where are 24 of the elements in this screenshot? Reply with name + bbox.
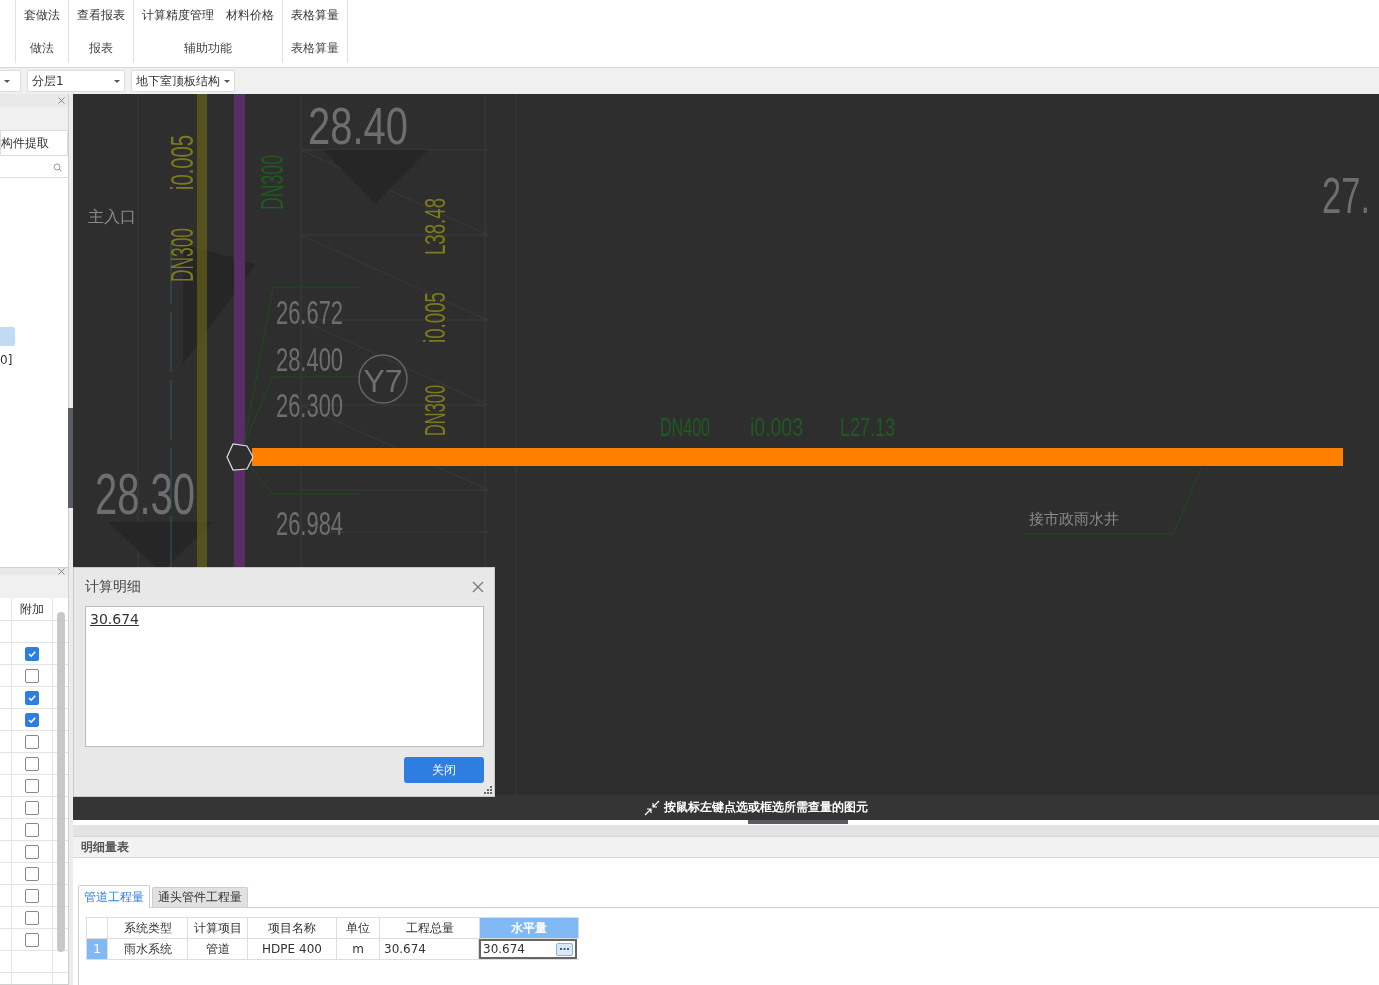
panel-title: 明细量表 xyxy=(73,836,1379,858)
drawing-label: L38.48 xyxy=(418,163,451,255)
drawing-label: 主入口 xyxy=(88,207,136,226)
group-label: 表格算量 xyxy=(291,40,339,57)
table-cell: 管道 xyxy=(188,939,248,959)
column-header: 附加 xyxy=(12,598,53,620)
drawing-label: i0.005 xyxy=(418,261,451,343)
group-label: 辅助功能 xyxy=(183,40,233,57)
drawing-label: 27. xyxy=(1322,168,1379,224)
dialog-title: 计算明细 xyxy=(85,578,141,596)
drawing-label: DN300 xyxy=(418,342,451,436)
drawing-label: 28.40 xyxy=(308,97,439,155)
group-label: 做法 xyxy=(29,40,55,57)
table-cell: 30.674 xyxy=(380,939,479,959)
table-cell: HDPE 400 xyxy=(248,939,337,959)
drawing-label: 28.30 xyxy=(95,461,241,526)
drawing-label: 26.984 xyxy=(276,504,380,542)
status-hint: 按鼠标左键点选或框选所需查量的图元 xyxy=(664,799,868,816)
group-label: 报表 xyxy=(88,40,114,57)
drawing-label: 接市政雨水井 xyxy=(1029,510,1119,528)
table-cell: 雨水系统 xyxy=(108,939,188,959)
table-cell: m xyxy=(337,939,380,959)
drawing-label: i0.005 xyxy=(164,102,200,190)
drawing-label: 26.672 xyxy=(276,293,380,331)
